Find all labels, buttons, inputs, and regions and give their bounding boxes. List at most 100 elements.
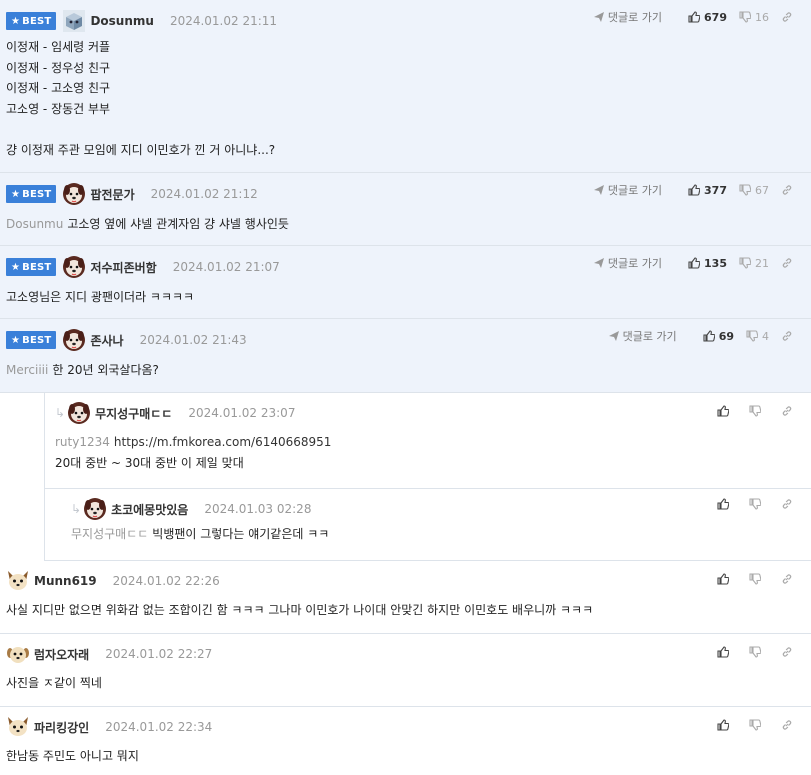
comment-item: 럼자오자래 2024.01.02 22:27 사진을 ㅈ같이 찍네 xyxy=(0,634,811,707)
comment-body: 이정재 - 임세령 커플 이정재 - 정우성 친구 이정재 - 고소영 친구 고… xyxy=(6,40,276,157)
share-link-button[interactable] xyxy=(781,405,797,417)
mention-nickname[interactable]: ruty1234 xyxy=(55,435,110,449)
mention-nickname[interactable]: 무지성구매ㄷㄷ xyxy=(71,527,148,541)
share-link-button[interactable] xyxy=(781,573,797,585)
thumbs-up-icon xyxy=(717,405,729,417)
upvote-button[interactable] xyxy=(717,573,733,585)
comment-date: 2024.01.03 02:28 xyxy=(204,502,312,516)
dog-avatar-icon[interactable] xyxy=(62,328,86,352)
downvote-button[interactable] xyxy=(749,573,765,585)
cube-avatar-icon[interactable] xyxy=(62,9,86,33)
upvote-button[interactable]: 377 xyxy=(688,184,727,197)
send-icon xyxy=(593,12,604,22)
send-icon xyxy=(593,258,604,268)
author-nickname[interactable]: 럼자오자래 xyxy=(34,646,89,663)
external-link[interactable]: https://m.fmkorea.com/6140668951 xyxy=(114,435,332,449)
dog-avatar-icon[interactable] xyxy=(67,401,91,425)
author-nickname[interactable]: 팝전문가 xyxy=(90,186,134,203)
comment-item: ★ BEST Dosunmu 2024.01.02 21:11 댓글로 가기 67… xyxy=(0,0,811,173)
comment-item: Munn619 2024.01.02 22:26 사실 지디만 없으면 위화감 … xyxy=(0,561,811,634)
comment-body: Dosunmu 고소영 옆에 샤넬 관계자임 걍 샤넬 행사인듯 xyxy=(6,217,289,231)
downvote-button[interactable]: 21 xyxy=(739,257,769,270)
thumbs-down-icon xyxy=(749,719,761,731)
thumbs-down-icon xyxy=(746,330,758,342)
comment-tools xyxy=(705,637,797,667)
fox-avatar-icon[interactable] xyxy=(6,715,30,739)
mention-nickname[interactable]: Merciiii xyxy=(6,363,48,377)
link-icon xyxy=(782,647,792,657)
upvote-button[interactable]: 69 xyxy=(703,330,734,343)
go-to-reply-link[interactable]: 댓글로 가기 xyxy=(593,9,662,25)
downvote-button[interactable] xyxy=(749,646,765,658)
comment-date: 2024.01.02 23:07 xyxy=(188,406,296,420)
dog-avatar-icon[interactable] xyxy=(62,182,86,206)
link-icon xyxy=(782,12,792,22)
upvote-button[interactable]: 679 xyxy=(688,11,727,24)
comment-body: 무지성구매ㄷㄷ 빅뱅팬이 그렇다는 얘기같은데 ㅋㅋ xyxy=(71,527,330,541)
share-link-button[interactable] xyxy=(781,257,797,269)
downvote-button[interactable]: 67 xyxy=(739,184,769,197)
comment-body: 한남동 주민도 아니고 뭐지 xyxy=(6,749,139,763)
comment-date: 2024.01.02 21:11 xyxy=(169,14,278,28)
reply-arrow-icon: ↳ xyxy=(55,406,66,420)
comment-list: ★ BEST Dosunmu 2024.01.02 21:11 댓글로 가기 67… xyxy=(0,0,811,775)
upvote-button[interactable] xyxy=(717,498,733,510)
reply-arrow-icon: ↳ xyxy=(71,502,82,516)
share-link-button[interactable] xyxy=(781,330,797,342)
author-nickname[interactable]: 저수피존버함 xyxy=(90,259,156,276)
downvote-button[interactable] xyxy=(749,405,765,417)
author-nickname[interactable]: Munn619 xyxy=(34,574,97,588)
thumbs-up-icon xyxy=(717,573,729,585)
thumbs-down-icon xyxy=(739,11,751,23)
thumbs-down-icon xyxy=(739,184,751,196)
thumbs-up-icon xyxy=(717,646,729,658)
go-to-reply-link[interactable]: 댓글로 가기 xyxy=(593,182,662,198)
share-link-button[interactable] xyxy=(781,184,797,196)
send-icon xyxy=(593,185,604,195)
go-to-reply-link[interactable]: 댓글로 가기 xyxy=(593,255,662,271)
author-nickname[interactable]: 무지성구매ㄷㄷ xyxy=(95,405,172,422)
share-link-button[interactable] xyxy=(781,11,797,23)
comment-body: 사실 지디만 없으면 위화감 없는 조합이긴 함 ㅋㅋㅋ 그나마 이민호가 나이… xyxy=(6,603,594,617)
thumbs-down-icon xyxy=(739,257,751,269)
author-nickname[interactable]: 초코에몽맛있음 xyxy=(111,501,188,518)
downvote-button[interactable]: 4 xyxy=(746,330,769,343)
dog-avatar-icon[interactable] xyxy=(62,255,86,279)
comment-body: ruty1234 https://m.fmkorea.com/6140668951… xyxy=(55,435,332,470)
thumbs-up-icon xyxy=(717,498,729,510)
best-badge: ★ BEST xyxy=(6,12,57,30)
mention-nickname[interactable]: Dosunmu xyxy=(6,217,63,231)
author-nickname[interactable]: 파리킹강인 xyxy=(34,719,89,736)
upvote-button[interactable] xyxy=(717,646,733,658)
author-nickname[interactable]: 존사나 xyxy=(90,332,123,349)
link-icon xyxy=(782,258,792,268)
send-icon xyxy=(608,331,619,341)
comment-item: ★ BEST 존사나 2024.01.02 21:43 댓글로 가기 69 4 M… xyxy=(0,319,811,393)
go-to-reply-link[interactable]: 댓글로 가기 xyxy=(608,328,677,344)
upvote-button[interactable]: 135 xyxy=(688,257,727,270)
star-icon: ★ xyxy=(11,334,21,346)
comment-tools: 댓글로 가기 69 4 xyxy=(608,321,797,351)
author-nickname[interactable]: Dosunmu xyxy=(90,14,153,28)
share-link-button[interactable] xyxy=(781,498,797,510)
comment-item: ★ BEST 저수피존버함 2024.01.02 21:07 댓글로 가기 135… xyxy=(0,246,811,319)
upvote-button[interactable] xyxy=(717,719,733,731)
dog-avatar-icon[interactable] xyxy=(83,497,107,521)
comment-tools: 댓글로 가기 377 67 xyxy=(593,175,797,205)
thumbs-up-icon xyxy=(688,257,701,269)
comment-body: 고소영님은 지디 광팬이더라 ㅋㅋㅋㅋ xyxy=(6,290,195,304)
comment-tools xyxy=(705,564,797,594)
downvote-button[interactable] xyxy=(749,498,765,510)
fox-avatar-icon[interactable] xyxy=(6,569,30,593)
thumbs-down-icon xyxy=(749,573,761,585)
downvote-button[interactable] xyxy=(749,719,765,731)
share-link-button[interactable] xyxy=(781,719,797,731)
comment-tools: 댓글로 가기 135 21 xyxy=(593,248,797,278)
comment-date: 2024.01.02 21:12 xyxy=(150,187,258,201)
share-link-button[interactable] xyxy=(781,646,797,658)
puppy-avatar-icon[interactable] xyxy=(6,642,30,666)
star-icon: ★ xyxy=(11,261,21,273)
upvote-button[interactable] xyxy=(717,405,733,417)
downvote-button[interactable]: 16 xyxy=(739,11,769,24)
thumbs-up-icon xyxy=(688,11,701,23)
